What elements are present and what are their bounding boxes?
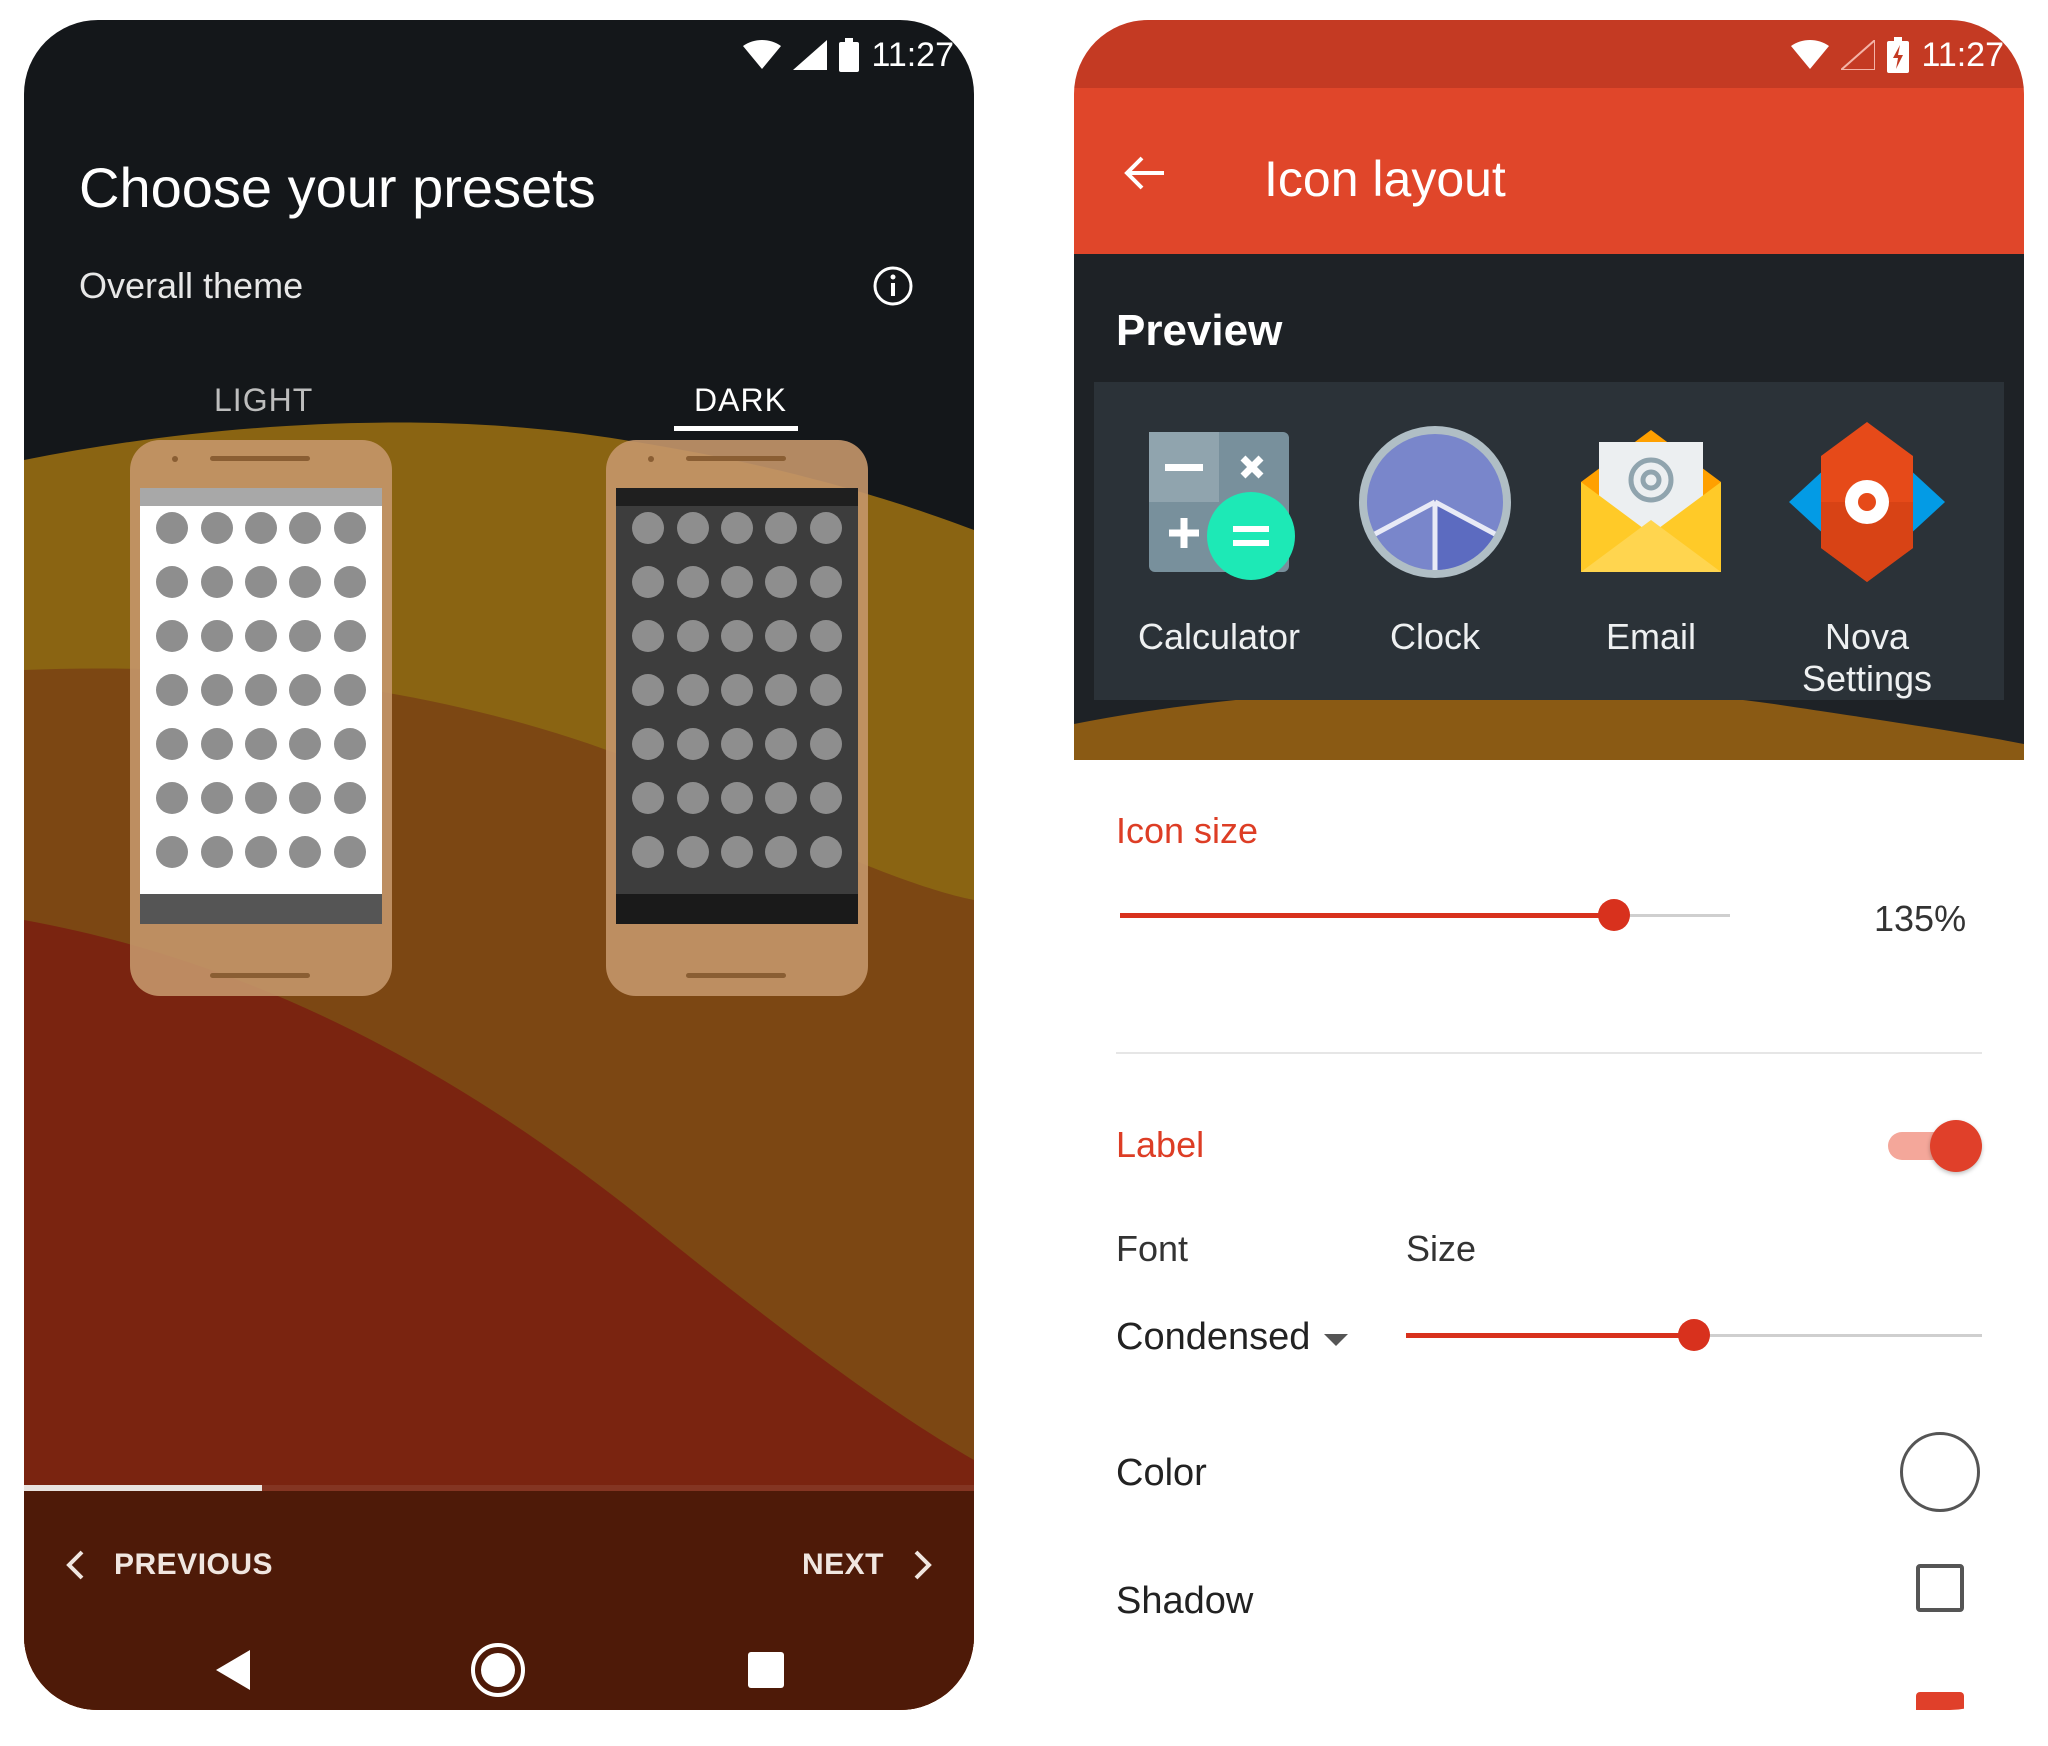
- preview-status-strip: [140, 488, 382, 506]
- home-circle-icon: [471, 1643, 525, 1697]
- system-back-button[interactable]: [202, 1640, 262, 1700]
- color-picker-swatch[interactable]: [1900, 1432, 1980, 1512]
- preview-status-strip: [616, 488, 858, 506]
- chevron-right-icon: [914, 1550, 932, 1580]
- preview-icon-grid: [626, 512, 848, 868]
- back-arrow-icon[interactable]: [1120, 148, 1170, 198]
- partially-visible-checkbox[interactable]: [1916, 1692, 1964, 1710]
- icon-size-value: 135%: [1874, 898, 1967, 939]
- system-home-button[interactable]: [468, 1640, 528, 1700]
- app-toolbar: Icon layout: [1074, 88, 2024, 254]
- preview-nav-strip: [140, 894, 382, 924]
- size-label: Size: [1406, 1228, 1477, 1269]
- preview-home-bar: [686, 973, 786, 978]
- previous-button[interactable]: PREVIOUS: [64, 1540, 273, 1590]
- icon-size-slider[interactable]: [1120, 899, 1730, 931]
- signal-icon: [1841, 40, 1876, 70]
- section-divider: [1116, 1052, 1982, 1054]
- next-label: NEXT: [801, 1548, 884, 1581]
- page-title: Choose your presets: [79, 156, 596, 219]
- font-dropdown[interactable]: Condensed: [1116, 1316, 1310, 1359]
- label-heading: Label: [1116, 1124, 1205, 1165]
- onboarding-phone-screen: 11:27 Choose your presets Overall theme …: [24, 20, 974, 1710]
- app-label: Clock: [1389, 616, 1481, 657]
- preview-speaker: [210, 456, 310, 461]
- tab-light[interactable]: LIGHT: [214, 382, 313, 419]
- preview-screen: [140, 488, 382, 924]
- battery-charging-icon: [1887, 37, 1910, 73]
- app-clock: Clock: [1330, 422, 1540, 658]
- toolbar-title: Icon layout: [1264, 151, 1506, 207]
- light-theme-preview[interactable]: [130, 440, 392, 996]
- preview-nav-strip: [616, 894, 858, 924]
- app-label: Calculator: [1137, 616, 1301, 657]
- info-icon[interactable]: [872, 265, 914, 307]
- preview-speaker: [686, 456, 786, 461]
- wifi-icon: [1791, 40, 1830, 69]
- app-calculator: Calculator: [1114, 422, 1324, 658]
- dropdown-arrow-icon[interactable]: [1324, 1334, 1348, 1346]
- preview-label: Preview: [1116, 306, 1283, 355]
- preview-area: Preview Calculator Clock Email Nova Sett…: [1074, 254, 2024, 760]
- preview-home-bar: [210, 973, 310, 978]
- app-label: Nova Settings: [1801, 616, 1933, 699]
- color-label: Color: [1116, 1452, 1207, 1494]
- dark-theme-preview[interactable]: [606, 440, 868, 996]
- clock-icon: [1359, 426, 1511, 578]
- back-triangle-icon: [216, 1650, 250, 1690]
- status-time: 11:27: [871, 35, 954, 74]
- nova-settings-icon: [1789, 422, 1945, 582]
- app-nova-settings: Nova Settings: [1762, 422, 1972, 700]
- label-size-slider-fill: [1406, 1333, 1694, 1338]
- chevron-left-icon: [66, 1550, 84, 1580]
- label-size-slider-thumb[interactable]: [1678, 1319, 1710, 1351]
- preview-camera: [172, 456, 178, 462]
- label-size-slider[interactable]: [1406, 1319, 1982, 1351]
- next-button[interactable]: NEXT: [802, 1540, 934, 1590]
- section-subtitle: Overall theme: [79, 265, 304, 306]
- status-bar: 11:27: [1074, 20, 2024, 88]
- preview-dock: Calculator Clock Email Nova Settings: [1094, 382, 2004, 700]
- icon-size-heading: Icon size: [1116, 810, 1259, 851]
- previous-label: PREVIOUS: [114, 1548, 274, 1581]
- icon-size-slider-thumb[interactable]: [1598, 899, 1630, 931]
- tab-selected-indicator: [674, 426, 798, 431]
- label-toggle[interactable]: [1882, 1118, 1982, 1174]
- font-label: Font: [1116, 1228, 1189, 1269]
- status-bar: 11:27: [743, 20, 974, 90]
- preview-camera: [648, 456, 654, 462]
- preview-icon-grid: [150, 512, 372, 868]
- recents-square-icon: [748, 1652, 784, 1688]
- shadow-label: Shadow: [1116, 1580, 1254, 1622]
- preview-screen: [616, 488, 858, 924]
- settings-phone-screen: 11:27 Icon layout Preview Calculator Clo…: [1074, 20, 2024, 1710]
- shadow-checkbox[interactable]: [1916, 1564, 1964, 1612]
- calculator-icon: [1149, 432, 1295, 580]
- status-time: 11:27: [1921, 35, 2004, 74]
- email-icon: [1581, 430, 1721, 572]
- tab-dark[interactable]: DARK: [694, 382, 787, 419]
- toggle-thumb: [1930, 1120, 1982, 1172]
- app-email: Email: [1546, 422, 1756, 658]
- system-recents-button[interactable]: [736, 1640, 796, 1700]
- battery-icon: [839, 38, 860, 72]
- icon-size-slider-fill: [1120, 913, 1614, 918]
- app-label: Email: [1605, 616, 1697, 657]
- wifi-icon: [743, 40, 782, 69]
- signal-icon: [793, 40, 828, 70]
